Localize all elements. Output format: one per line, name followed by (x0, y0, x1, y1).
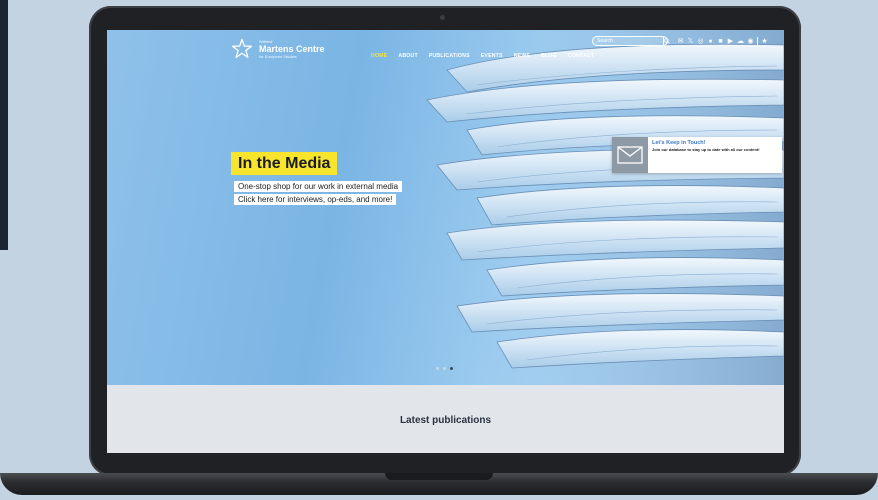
nav-events[interactable]: EVENTS (481, 53, 503, 59)
hero-subtitle-line-2[interactable]: Click here for interviews, op-eds, and m… (234, 194, 397, 205)
search-input[interactable] (593, 37, 663, 45)
latest-publications-heading: Latest publications (399, 415, 492, 426)
facebook-icon[interactable]: ● (707, 38, 714, 45)
nav-home[interactable]: HOME (371, 53, 387, 59)
slider-dots (436, 367, 453, 370)
nav-blog[interactable]: BLOG (541, 53, 557, 59)
newsletter-title: Let's Keep in Touch! (652, 140, 706, 146)
envelope-icon (617, 146, 643, 164)
newspaper-stack-image (426, 30, 784, 385)
camera (440, 15, 445, 20)
hero-subtitle-line-1[interactable]: One-stop shop for our work in external m… (234, 181, 403, 192)
hero-title[interactable]: In the Media (231, 152, 338, 175)
hero-slider[interactable]: Wilfried Martens Centre for European Stu… (107, 30, 784, 385)
nav-publications[interactable]: PUBLICATIONS (429, 53, 470, 59)
main-navigation: HOME ABOUT PUBLICATIONS EVENTS NEWS BLOG… (371, 53, 594, 59)
newsletter-card[interactable]: Let's Keep in Touch! Join our database t… (612, 137, 782, 173)
social-links: ✉ 𝕏 ◎ ● ■ ▶ ☁ ◉ ★ (677, 37, 768, 45)
site-logo[interactable]: Wilfried Martens Centre for European Stu… (231, 38, 325, 60)
instagram-icon[interactable]: ◎ (697, 38, 704, 45)
newsletter-description: Join our database to stay up to date wit… (652, 147, 760, 152)
laptop-notch (385, 473, 493, 480)
newsletter-icon-box (612, 137, 648, 173)
slider-dot-3[interactable] (450, 367, 453, 370)
search-icon (664, 38, 670, 44)
soundcloud-icon[interactable]: ☁ (737, 38, 744, 45)
x-icon[interactable]: 𝕏 (687, 38, 694, 45)
youtube-icon[interactable]: ▶ (727, 38, 734, 45)
search-box (592, 36, 670, 46)
logo-name: Martens Centre (259, 43, 325, 54)
background-panel (0, 0, 8, 250)
slider-dot-1[interactable] (436, 367, 439, 370)
search-button[interactable] (663, 37, 670, 45)
linkedin-icon[interactable]: ■ (717, 38, 724, 45)
laptop-screen: Wilfried Martens Centre for European Stu… (107, 30, 784, 453)
mail-icon[interactable]: ✉ (677, 38, 684, 45)
slider-dot-2[interactable] (443, 367, 446, 370)
nav-contact[interactable]: CONTACT (568, 53, 594, 59)
nav-about[interactable]: ABOUT (398, 53, 417, 59)
logo-tagline: for European Studies (259, 53, 297, 59)
nav-news[interactable]: NEWS (514, 53, 530, 59)
star-icon[interactable]: ★ (761, 38, 768, 45)
spotify-icon[interactable]: ◉ (747, 38, 754, 45)
logo-top-text: Wilfried (259, 38, 273, 44)
star-logo-icon (231, 38, 253, 58)
social-divider (757, 37, 758, 45)
latest-publications-section: Latest publications (107, 385, 784, 453)
